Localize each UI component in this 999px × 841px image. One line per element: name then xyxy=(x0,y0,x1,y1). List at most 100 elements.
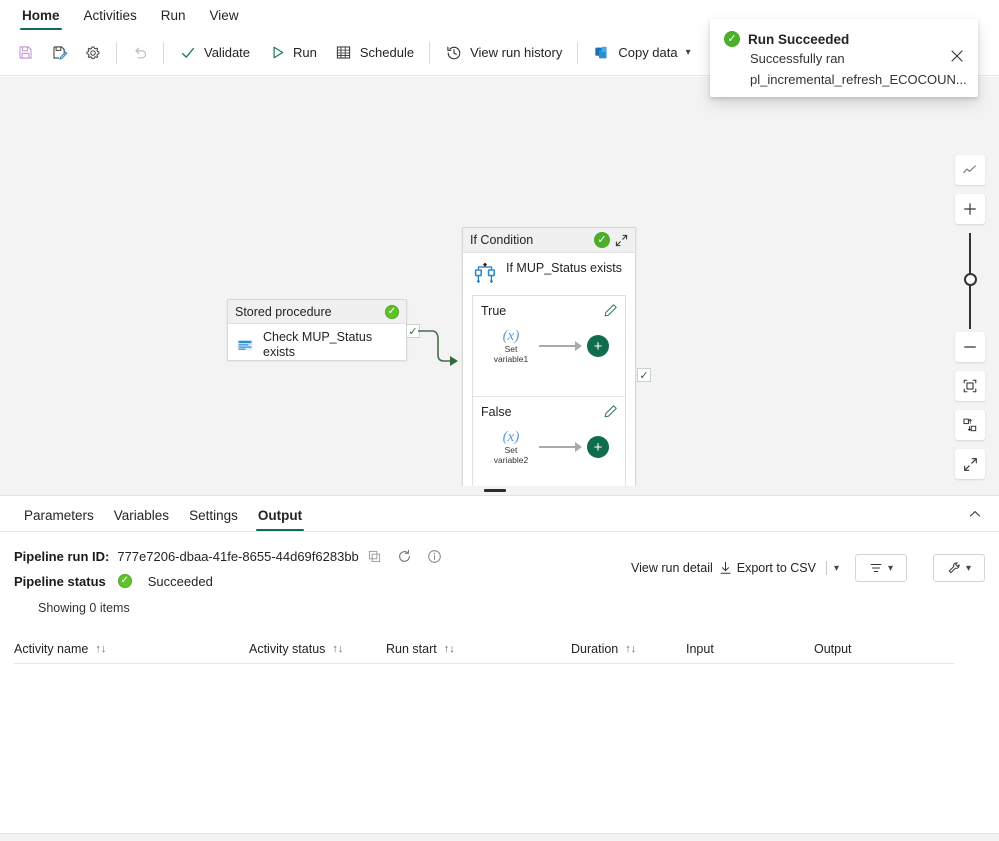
branch-true-add-button[interactable]: + xyxy=(587,335,609,357)
run-button[interactable]: Run xyxy=(259,37,326,69)
view-run-history-label: View run history xyxy=(470,45,563,60)
window-footer xyxy=(0,833,999,841)
chevron-down-icon: ▾ xyxy=(965,562,972,574)
branch-true-arrow-icon xyxy=(539,341,582,351)
refresh-icon[interactable] xyxy=(397,548,413,564)
if-condition-success-output-handle[interactable]: ✓ xyxy=(637,368,651,382)
gear-icon xyxy=(84,44,102,62)
ribbon-tab-run[interactable]: Run xyxy=(149,8,198,30)
command-separator-4 xyxy=(577,41,579,64)
view-run-history-button[interactable]: View run history xyxy=(436,37,571,69)
column-options-button[interactable]: ▾ xyxy=(933,554,985,582)
stored-procedure-activity-label: Check MUP_Status exists xyxy=(263,330,373,359)
validate-label: Validate xyxy=(204,45,251,60)
chevron-up-icon[interactable] xyxy=(963,502,987,526)
calendar-icon xyxy=(335,44,353,62)
zoom-slider-knob[interactable] xyxy=(964,273,977,286)
tab-parameters[interactable]: Parameters xyxy=(14,508,104,531)
branch-false-add-button[interactable]: + xyxy=(587,436,609,458)
branch-false: False (x) Set variable2 + xyxy=(473,396,625,490)
splitter-grip[interactable] xyxy=(484,489,506,492)
tab-parameters-label: Parameters xyxy=(24,508,94,523)
tab-settings[interactable]: Settings xyxy=(179,508,248,531)
column-header-activity-status[interactable]: Activity status ↑↓ xyxy=(249,642,386,656)
toast-header: ✓ Run Succeeded xyxy=(724,31,964,47)
column-header-output-label: Output xyxy=(814,641,852,656)
if-condition-body: If MUP_Status exists xyxy=(463,253,635,293)
zoom-out-button[interactable] xyxy=(955,332,985,362)
sort-icon: ↑↓ xyxy=(332,642,344,655)
pipeline-editor: Home Activities Run View Validate Run Sc… xyxy=(0,0,999,841)
play-icon xyxy=(268,44,286,62)
stored-procedure-header: Stored procedure ✓ xyxy=(228,300,406,324)
column-header-run-start-label: Run start xyxy=(386,641,437,656)
canvas-toolbar xyxy=(955,155,985,488)
collapse-diagonal-icon xyxy=(961,455,979,473)
info-icon[interactable] xyxy=(427,548,443,564)
export-to-csv-button[interactable]: Export to CSV xyxy=(719,561,816,575)
fit-screen-icon xyxy=(961,377,979,395)
minimap-button[interactable] xyxy=(955,155,985,185)
save-as-button[interactable] xyxy=(42,37,76,69)
fit-to-screen-button[interactable] xyxy=(955,371,985,401)
sort-icon: ↑↓ xyxy=(443,642,455,655)
copy-data-button[interactable]: Copy data ▾ xyxy=(584,37,699,69)
save-as-icon xyxy=(50,44,68,62)
save-icon xyxy=(16,44,34,62)
command-separator-1 xyxy=(116,41,117,64)
copy-icon[interactable] xyxy=(367,548,383,564)
pencil-icon[interactable] xyxy=(603,303,618,318)
branch-true-content: (x) Set variable1 + xyxy=(481,328,617,364)
filter-button[interactable]: ▾ xyxy=(855,554,907,582)
validate-button[interactable]: Validate xyxy=(170,37,259,69)
schedule-button[interactable]: Schedule xyxy=(326,37,423,69)
pipeline-status-label: Pipeline status xyxy=(14,573,106,589)
activity-node-if-condition[interactable]: If Condition ✓ If MUP_Status exists True… xyxy=(462,227,636,490)
success-check-icon: ✓ xyxy=(594,232,610,248)
auto-align-icon xyxy=(961,416,979,434)
ribbon-tab-view-label: View xyxy=(209,8,239,23)
panel-splitter[interactable] xyxy=(0,486,999,496)
activity-node-stored-procedure[interactable]: Stored procedure ✓ Check MUP_Status exis… xyxy=(227,299,407,361)
column-header-run-start[interactable]: Run start ↑↓ xyxy=(386,642,571,656)
export-to-csv-label: Export to CSV xyxy=(736,561,816,575)
column-header-duration[interactable]: Duration ↑↓ xyxy=(571,642,686,656)
schedule-label: Schedule xyxy=(359,45,415,60)
success-check-icon: ✓ xyxy=(724,31,740,47)
branch-false-activity-label: Set variable2 xyxy=(493,445,529,465)
ribbon-tab-view[interactable]: View xyxy=(198,8,251,30)
tab-variables[interactable]: Variables xyxy=(104,508,179,531)
activity-runs-table: Activity name ↑↓ Activity status ↑↓ Run … xyxy=(14,634,954,664)
column-header-activity-status-label: Activity status xyxy=(249,641,326,656)
details-panel: Parameters Variables Settings Output Pip… xyxy=(0,496,999,833)
ribbon-tab-home[interactable]: Home xyxy=(10,8,72,30)
column-header-input[interactable]: Input xyxy=(686,642,814,656)
set-variable-icon: (x) xyxy=(502,429,520,445)
pipeline-run-id-label: Pipeline run ID: xyxy=(14,548,110,564)
settings-button[interactable] xyxy=(76,37,110,69)
column-header-output[interactable]: Output xyxy=(814,642,934,656)
undo-button[interactable] xyxy=(123,37,157,69)
save-button[interactable] xyxy=(8,37,42,69)
close-icon[interactable] xyxy=(950,49,966,65)
pipeline-canvas[interactable]: Stored procedure ✓ Check MUP_Status exis… xyxy=(0,77,999,490)
if-condition-header: If Condition ✓ xyxy=(463,228,635,253)
column-header-duration-label: Duration xyxy=(571,641,619,656)
branch-true-activity[interactable]: (x) Set variable1 xyxy=(489,328,533,364)
zoom-in-button[interactable] xyxy=(955,194,985,224)
collapse-all-button[interactable] xyxy=(955,449,985,479)
auto-align-button[interactable] xyxy=(955,410,985,440)
actions-separator xyxy=(825,561,827,575)
pencil-icon[interactable] xyxy=(603,404,618,419)
view-run-detail-button[interactable]: View run detail xyxy=(631,561,713,575)
branch-false-content: (x) Set variable2 + xyxy=(481,429,617,465)
if-condition-activity-label: If MUP_Status exists xyxy=(506,261,623,275)
zoom-slider[interactable] xyxy=(955,233,985,329)
wrench-icon xyxy=(947,561,961,575)
collapse-diagonal-icon[interactable] xyxy=(615,234,628,247)
tab-output[interactable]: Output xyxy=(248,508,312,531)
branch-false-activity[interactable]: (x) Set variable2 xyxy=(489,429,533,465)
column-header-activity-name[interactable]: Activity name ↑↓ xyxy=(14,642,249,656)
ribbon-tab-activities[interactable]: Activities xyxy=(72,8,149,30)
export-options-button[interactable]: ▾ xyxy=(833,563,839,574)
